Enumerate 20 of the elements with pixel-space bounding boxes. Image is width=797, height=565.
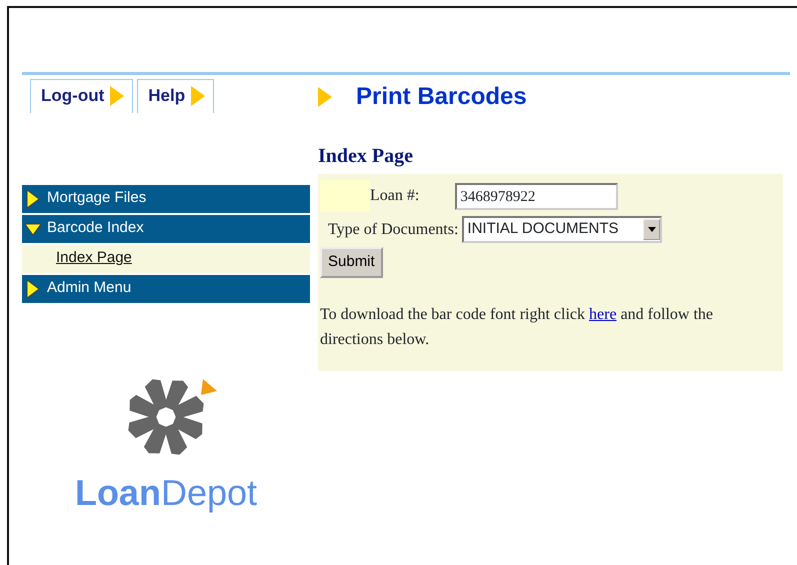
right-triangle-icon	[24, 188, 42, 210]
menu-item[interactable]: Admin Menu	[22, 274, 310, 302]
triangle-icon	[191, 86, 206, 106]
nav-tab[interactable]: Log-out	[30, 79, 134, 112]
triangle-icon	[318, 87, 332, 107]
menu-item[interactable]: Mortgage Files	[22, 184, 310, 212]
nav-tab[interactable]: Help	[137, 79, 214, 112]
field-label: Type of Documents:	[328, 220, 458, 240]
document-type-dropdown[interactable]: INITIAL DOCUMENTS	[462, 216, 662, 243]
menu-item[interactable]: Barcode Index	[22, 214, 310, 242]
field-label: Loan #:	[370, 186, 420, 206]
right-triangle-icon	[24, 278, 42, 300]
loan-number-field[interactable]: 3468978922	[455, 182, 618, 210]
instructions-text: To download the bar code font right click here and follow the directions below.	[320, 304, 714, 350]
page-title: Print Barcodes	[356, 82, 527, 112]
submit-button[interactable]: Submit	[320, 247, 383, 278]
caret-icon	[648, 227, 656, 232]
download-link[interactable]: here	[589, 306, 617, 322]
logo-text: LoanDepot	[74, 470, 258, 514]
section-heading: Index Page	[318, 144, 414, 169]
